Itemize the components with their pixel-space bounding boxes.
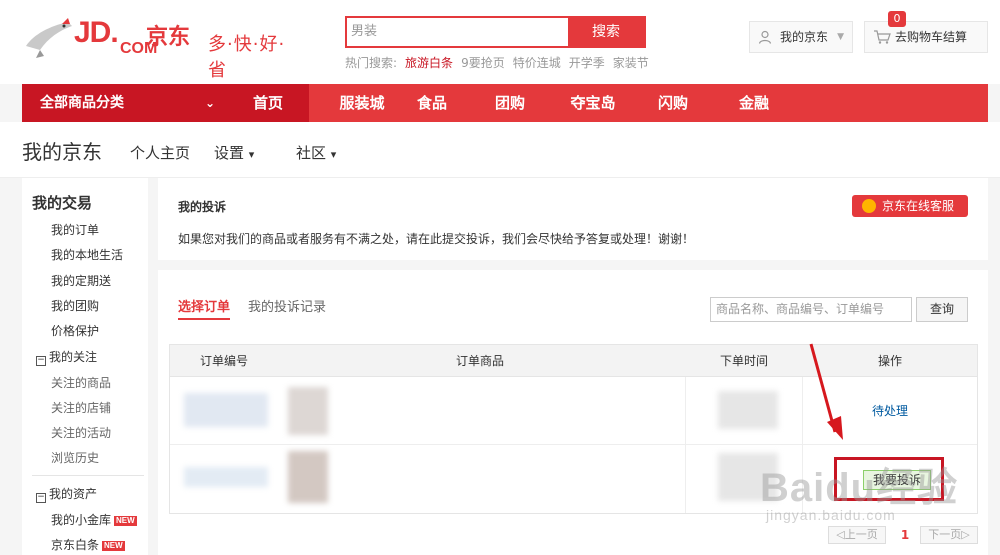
service-icon [862, 199, 876, 213]
small-vault-label: 我的小金库 [51, 513, 112, 527]
jd-logo[interactable]: JD. 京东 COM 多·快·好·省 [22, 10, 292, 81]
hot-search-item[interactable]: 旅游白条 [405, 56, 453, 70]
baidu-watermark: Baidu经验 jingyan.baidu.com [752, 455, 992, 535]
collapse-icon: − [36, 492, 46, 503]
nav-item-home[interactable]: 首页 [227, 84, 309, 122]
search-button[interactable]: 搜索 [568, 18, 644, 46]
chevron-down-icon: ⌄ [204, 96, 215, 110]
online-service-label: 京东在线客服 [882, 199, 955, 213]
sidebar-item-local-life[interactable]: 我的本地生活 [51, 246, 123, 263]
col-order-products: 订单商品 [456, 354, 505, 368]
sidebar-item-groupbuy[interactable]: 我的团购 [51, 297, 99, 314]
col-order-time: 下单时间 [720, 354, 769, 368]
search-box: 男装 搜索 [345, 16, 646, 48]
hot-search-item[interactable]: 家装节 [613, 56, 649, 70]
complaint-title: 我的投诉 [178, 200, 227, 214]
baitiao-label: 京东白条 [51, 538, 100, 552]
complaint-description: 如果您对我们的商品或者服务有不满之处，请在此提交投诉，我们会尽快给予答复或处理！… [178, 232, 695, 246]
page-title: 我的京东 [22, 140, 102, 164]
sidebar-section-follow[interactable]: − 我的关注 [36, 348, 97, 366]
complaint-info-panel: 我的投诉 如果您对我们的商品或者服务有不满之处，请在此提交投诉，我们会尽快给予答… [158, 178, 988, 260]
order-search-input[interactable]: 商品名称、商品编号、订单编号 [710, 297, 912, 322]
sidebar-item-baitiao[interactable]: 京东白条 NEW [51, 536, 125, 553]
sidebar-section-assets-label: 我的资产 [49, 487, 98, 501]
top-header: JD. 京东 COM 多·快·好·省 男装 搜索 热门搜索: 旅游白条 9要抢页 特价… [0, 0, 1000, 84]
cart-label: 去购物车结算 [895, 30, 968, 44]
sidebar-section-title: 我的交易 [32, 194, 93, 212]
sidebar-section-follow-label: 我的关注 [49, 350, 98, 364]
sidebar-item-followed-activities[interactable]: 关注的活动 [51, 424, 111, 441]
hot-search-item[interactable]: 特价连城 [513, 56, 561, 70]
myjd-subheader: 我的京东 个人主页 设置 ▾ 社区 ▾ [0, 122, 1000, 178]
nav-item-flash-sale[interactable]: 闪购 [638, 84, 708, 122]
sidebar-item-price-protect[interactable]: 价格保护 [51, 322, 99, 339]
user-icon [758, 30, 772, 44]
chevron-down-icon: ▾ [330, 148, 337, 161]
watermark-url: jingyan.baidu.com [766, 507, 896, 523]
chevron-down-icon: ▾ [248, 148, 255, 161]
my-jd-dropdown[interactable]: 我的京东 ▼ [749, 21, 853, 53]
settings-label: 设置 [214, 144, 245, 162]
hot-search-item[interactable]: 开学季 [569, 56, 605, 70]
product-thumbnail-redacted [288, 451, 328, 503]
link-personal-home[interactable]: 个人主页 [130, 142, 190, 163]
community-label: 社区 [296, 144, 327, 162]
annotation-arrow-icon [809, 343, 843, 440]
main-nav: 全部商品分类 ⌄ 首页 服装城 食品 团购 夺宝岛 闪购 金融 [22, 84, 988, 122]
new-badge: NEW [114, 516, 137, 526]
product-thumbnail-redacted [288, 387, 328, 435]
sidebar: 我的交易 我的订单 我的本地生活 我的定期送 我的团购 价格保护 − 我的关注 关… [22, 178, 148, 555]
collapse-icon: − [36, 355, 46, 366]
hot-search: 热门搜索: 旅游白条 9要抢页 特价连城 开学季 家装节 [345, 54, 657, 71]
sidebar-item-small-vault[interactable]: 我的小金库 NEW [51, 511, 137, 528]
logo-slogan: 多·快·好·省 [208, 34, 286, 81]
hot-search-item[interactable]: 9要抢页 [461, 56, 505, 70]
sidebar-item-orders[interactable]: 我的订单 [51, 221, 99, 238]
search-input[interactable]: 男装 [347, 18, 569, 46]
status-pending[interactable]: 待处理 [872, 402, 908, 419]
order-number-redacted [184, 393, 268, 427]
order-number-redacted [184, 467, 268, 487]
sidebar-divider [32, 475, 144, 476]
cart-icon [874, 30, 891, 44]
sidebar-item-followed-shops[interactable]: 关注的店铺 [51, 399, 111, 416]
link-settings[interactable]: 设置 ▾ [214, 142, 254, 163]
sidebar-item-followed-products[interactable]: 关注的商品 [51, 374, 111, 391]
link-community[interactable]: 社区 ▾ [296, 142, 336, 163]
jd-dog-mascot-icon [26, 18, 72, 58]
table-header: 订单编号 订单商品 下单时间 操作 [170, 345, 977, 377]
query-button[interactable]: 查询 [916, 297, 968, 322]
sidebar-item-subscription[interactable]: 我的定期送 [51, 272, 111, 289]
nav-item-finance[interactable]: 金融 [719, 84, 789, 122]
all-categories-label: 全部商品分类 [40, 95, 124, 111]
order-time-redacted [718, 391, 778, 429]
col-actions: 操作 [878, 354, 903, 368]
table-row: 待处理 [170, 377, 977, 445]
nav-item-food[interactable]: 食品 [397, 84, 467, 122]
my-jd-label: 我的京东 [780, 30, 829, 44]
hot-search-label: 热门搜索: [345, 56, 398, 70]
watermark-main: Baidu经验 [760, 466, 959, 510]
logo-jd-text: JD. [74, 16, 119, 49]
new-badge: NEW [102, 541, 125, 551]
cart-button[interactable]: 0 去购物车结算 [864, 11, 988, 53]
sidebar-section-assets[interactable]: − 我的资产 [36, 485, 97, 503]
logo-com-text: COM [120, 40, 158, 57]
tab-complaint-records[interactable]: 我的投诉记录 [248, 296, 326, 315]
online-service-button[interactable]: 京东在线客服 [852, 195, 968, 217]
nav-item-groupbuy[interactable]: 团购 [475, 84, 545, 122]
sidebar-item-browse-history[interactable]: 浏览历史 [51, 449, 99, 466]
tab-select-order[interactable]: 选择订单 [178, 296, 231, 320]
chevron-down-icon: ▼ [837, 32, 844, 42]
all-categories-menu[interactable]: 全部商品分类 ⌄ [22, 84, 227, 122]
col-order-number: 订单编号 [200, 354, 249, 368]
nav-item-auction[interactable]: 夺宝岛 [554, 84, 632, 122]
